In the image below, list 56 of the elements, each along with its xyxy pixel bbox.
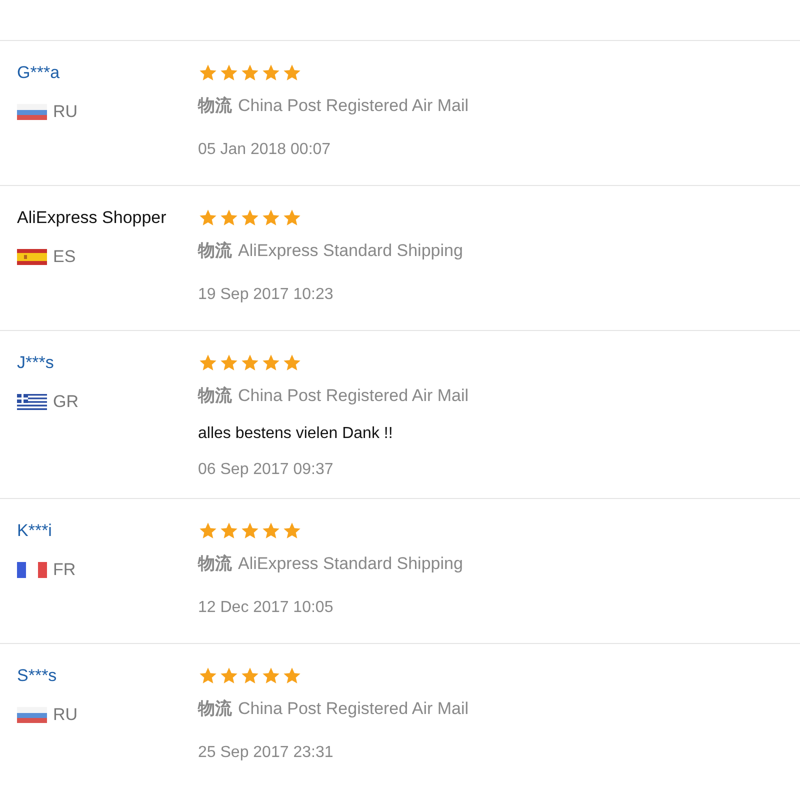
star-icon bbox=[261, 666, 281, 686]
flag-icon bbox=[17, 394, 47, 410]
star-icon bbox=[261, 353, 281, 373]
star-icon bbox=[261, 63, 281, 83]
star-icon bbox=[219, 208, 239, 228]
buyer-name: AliExpress Shopper bbox=[17, 207, 168, 229]
buyer-name[interactable]: G***a bbox=[17, 61, 198, 85]
shipping-method: China Post Registered Air Mail bbox=[238, 95, 469, 117]
star-icon bbox=[240, 63, 260, 83]
shipping-method: China Post Registered Air Mail bbox=[238, 698, 469, 720]
logistics-label: 物流 bbox=[198, 385, 232, 408]
shipping-method: AliExpress Standard Shipping bbox=[238, 553, 463, 575]
review-date: 06 Sep 2017 09:37 bbox=[198, 460, 334, 480]
star-icon bbox=[240, 208, 260, 228]
shipping-method: AliExpress Standard Shipping bbox=[238, 240, 463, 262]
star-icon bbox=[198, 208, 218, 228]
country-code: ES bbox=[53, 246, 76, 268]
country-code: RU bbox=[53, 704, 78, 726]
star-icon bbox=[282, 208, 302, 228]
review-date: 05 Jan 2018 00:07 bbox=[198, 140, 332, 160]
star-icon bbox=[219, 666, 239, 686]
flag-icon bbox=[17, 104, 47, 120]
shipping-method: China Post Registered Air Mail bbox=[238, 385, 469, 407]
review-comment: alles bestens vielen Dank !! bbox=[198, 424, 394, 444]
country-code: GR bbox=[53, 391, 78, 413]
star-icon bbox=[219, 63, 239, 83]
star-icon bbox=[261, 521, 281, 541]
flag-icon bbox=[17, 248, 47, 265]
flag-icon bbox=[17, 706, 47, 723]
review-date: 12 Dec 2017 10:05 bbox=[198, 598, 334, 618]
star-icon bbox=[240, 666, 260, 686]
logistics-label: 物流 bbox=[198, 553, 232, 576]
star-icon bbox=[240, 353, 260, 373]
star-icon bbox=[282, 353, 302, 373]
logistics-label: 物流 bbox=[198, 698, 232, 721]
country-code: FR bbox=[53, 559, 76, 581]
logistics-label: 物流 bbox=[198, 95, 232, 118]
country-code: RU bbox=[53, 101, 78, 123]
star-icon bbox=[282, 521, 302, 541]
star-icon bbox=[240, 521, 260, 541]
star-icon bbox=[198, 521, 218, 541]
star-icon bbox=[282, 63, 302, 83]
review-date: 19 Sep 2017 10:23 bbox=[198, 284, 334, 304]
flag-icon bbox=[17, 562, 47, 578]
review-date: 25 Sep 2017 23:31 bbox=[198, 742, 334, 762]
logistics-label: 物流 bbox=[198, 240, 232, 263]
star-icon bbox=[198, 63, 218, 83]
star-icon bbox=[261, 208, 281, 228]
buyer-name[interactable]: S***s bbox=[17, 664, 198, 688]
star-icon bbox=[198, 666, 218, 686]
star-icon bbox=[219, 521, 239, 541]
buyer-name[interactable]: K***i bbox=[17, 519, 198, 543]
star-icon bbox=[282, 666, 302, 686]
buyer-name[interactable]: J***s bbox=[17, 351, 198, 375]
star-icon bbox=[219, 353, 239, 373]
star-icon bbox=[198, 353, 218, 373]
